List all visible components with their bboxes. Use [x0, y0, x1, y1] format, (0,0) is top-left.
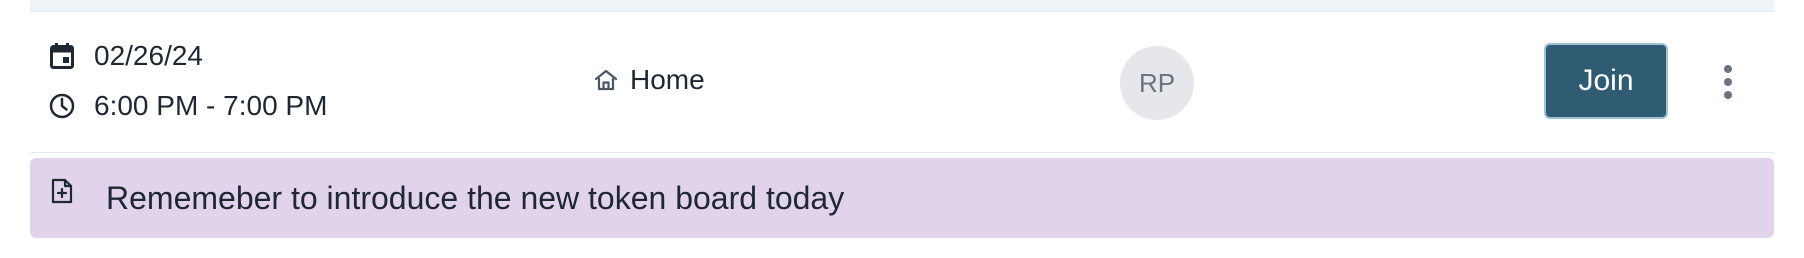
session-time: 6:00 PM - 7:00 PM: [48, 90, 327, 122]
more-vertical-icon[interactable]: [1716, 62, 1740, 102]
session-card: 02/26/24 6:00 PM - 7:00 PM Home RP Join …: [0, 0, 1804, 258]
session-row: 02/26/24 6:00 PM - 7:00 PM Home RP Join: [30, 12, 1774, 153]
session-time-text: 6:00 PM - 7:00 PM: [94, 90, 328, 121]
file-plus-icon: [48, 177, 76, 205]
session-date-text: 02/26/24: [94, 40, 203, 71]
clock-icon: [48, 92, 76, 120]
join-button[interactable]: Join: [1544, 43, 1668, 119]
home-icon: [592, 66, 620, 94]
session-date: 02/26/24: [48, 40, 203, 72]
session-location-text: Home: [630, 64, 705, 95]
session-note-text: Rememeber to introduce the new token boa…: [106, 179, 845, 216]
row-separator-top: [30, 0, 1774, 12]
calendar-icon: [48, 42, 76, 70]
session-note: Rememeber to introduce the new token boa…: [30, 158, 1774, 238]
session-location: Home: [592, 64, 705, 96]
avatar: RP: [1120, 46, 1194, 120]
